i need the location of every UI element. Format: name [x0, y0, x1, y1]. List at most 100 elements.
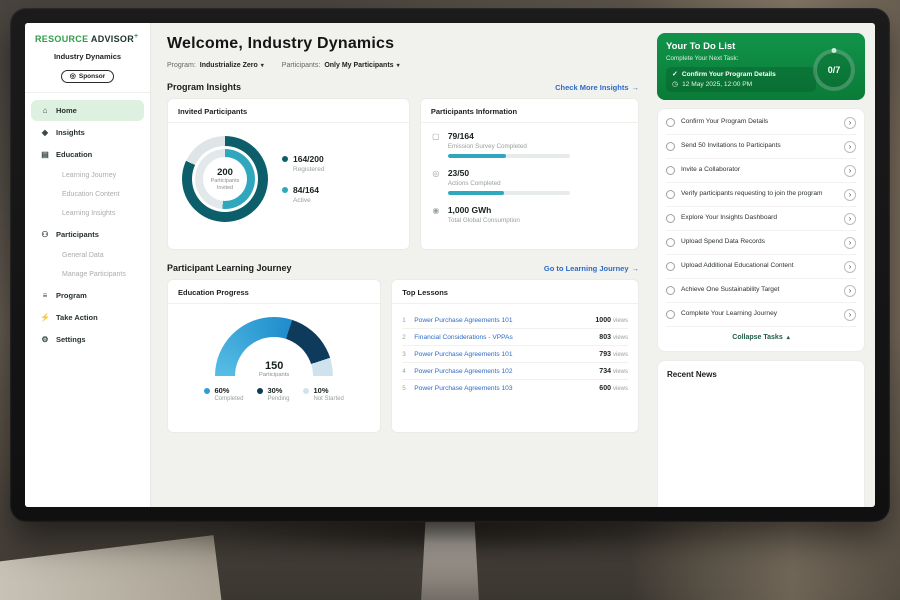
chevron-glyph: ›: [849, 167, 852, 175]
lesson-title-link[interactable]: Power Purchase Agreements 103: [414, 385, 593, 392]
program-filter-dropdown[interactable]: Industrialize Zero ▾: [200, 62, 264, 69]
actions-icon: ◎: [431, 168, 441, 195]
task-row[interactable]: Explore Your Insights Dashboard ›: [666, 207, 856, 231]
participants-filter-dropdown[interactable]: Only My Participants ▾: [324, 62, 399, 69]
info-value: 79/164: [448, 131, 570, 141]
sidebar-item-learning-journey[interactable]: Learning Journey: [31, 166, 144, 185]
link-label: Check More Insights: [555, 83, 628, 92]
info-label: Emission Survey Completed: [448, 143, 570, 150]
invited-donut-chart: 200 Participants Invited: [182, 136, 268, 222]
sidebar-item-take-action[interactable]: ⚡ Take Action: [31, 307, 144, 328]
collapse-label: Collapse Tasks: [732, 334, 782, 341]
sidebar-item-learning-insights[interactable]: Learning Insights: [31, 204, 144, 223]
collapse-tasks-button[interactable]: Collapse Tasks ▴: [666, 327, 856, 349]
sponsor-badge: ◎ Sponsor: [61, 70, 114, 83]
task-checkbox[interactable]: [666, 310, 675, 319]
task-row[interactable]: Send 50 Invitations to Participants ›: [666, 135, 856, 159]
todo-summary-card: Your To Do List Complete Your Next Task:…: [657, 33, 865, 100]
todo-progress-value: 0/7: [828, 65, 841, 75]
sidebar-item-home[interactable]: ⌂ Home: [31, 100, 144, 121]
go-to-learning-journey-link[interactable]: Go to Learning Journey →: [544, 264, 639, 273]
chevron-glyph: ›: [849, 287, 852, 295]
take-action-icon: ⚡: [40, 314, 50, 322]
program-filter-label: Program:: [167, 62, 196, 69]
chevron-right-icon[interactable]: ›: [844, 309, 856, 321]
chevron-right-icon[interactable]: ›: [844, 285, 856, 297]
monitor-bezel: RESOURCE ADVISOR+ Industry Dynamics ◎ Sp…: [10, 8, 890, 522]
chevron-right-icon[interactable]: ›: [844, 237, 856, 249]
legend-item-active: 84/164 Active: [282, 185, 324, 204]
sidebar-item-program[interactable]: ≡ Program: [31, 285, 144, 306]
lesson-title-link[interactable]: Financial Considerations - VPPAs: [414, 334, 593, 341]
sidebar-item-education-content[interactable]: Education Content: [31, 185, 144, 204]
participants-filter-label: Participants:: [282, 62, 321, 69]
task-row[interactable]: Upload Spend Data Records ›: [666, 231, 856, 255]
learning-journey-title: Participant Learning Journey: [167, 263, 292, 273]
task-row[interactable]: Verify participants requesting to join t…: [666, 183, 856, 207]
lesson-row[interactable]: 4 Power Purchase Agreements 102 734views: [402, 363, 628, 380]
sidebar-item-settings[interactable]: ⚙ Settings: [31, 329, 144, 350]
next-task-box[interactable]: ✓ Confirm Your Program Details ◷ 12 May …: [666, 67, 816, 92]
sidebar-item-participants[interactable]: ⚇ Participants: [31, 224, 144, 245]
home-icon: ⌂: [40, 107, 50, 115]
task-checkbox[interactable]: [666, 238, 675, 247]
main-content: Welcome, Industry Dynamics Program: Indu…: [151, 23, 651, 507]
location-pin-icon: ◉: [431, 205, 441, 228]
participants-filter-value: Only My Participants: [324, 62, 393, 69]
survey-icon: ▢: [431, 131, 441, 158]
task-checkbox[interactable]: [666, 262, 675, 271]
task-checkbox[interactable]: [666, 118, 675, 127]
views-label: views: [613, 318, 628, 324]
org-name: Industry Dynamics: [31, 52, 144, 61]
task-checkbox[interactable]: [666, 214, 675, 223]
chevron-glyph: ›: [849, 215, 852, 223]
task-row[interactable]: Complete Your Learning Journey ›: [666, 303, 856, 327]
lesson-title-link[interactable]: Power Purchase Agreements 101: [414, 317, 589, 324]
sidebar-item-label: Learning Journey: [62, 172, 116, 179]
sidebar-item-manage-participants[interactable]: Manage Participants: [31, 265, 144, 284]
task-row[interactable]: Achieve One Sustainability Target ›: [666, 279, 856, 303]
lesson-row[interactable]: 2 Financial Considerations - VPPAs 803vi…: [402, 329, 628, 346]
chevron-right-icon[interactable]: ›: [844, 189, 856, 201]
filters-row: Program: Industrialize Zero ▾ Participan…: [167, 62, 639, 69]
program-insights-header: Program Insights Check More Insights →: [167, 82, 639, 92]
sidebar-item-label: Education Content: [62, 191, 120, 198]
sidebar-item-education[interactable]: ▤ Education: [31, 144, 144, 165]
task-checkbox[interactable]: [666, 190, 675, 199]
lesson-title-link[interactable]: Power Purchase Agreements 102: [414, 368, 593, 375]
lesson-row[interactable]: 3 Power Purchase Agreements 101 793views: [402, 346, 628, 363]
sponsor-badge-label: Sponsor: [79, 73, 105, 80]
legend-label: Registered: [293, 166, 324, 173]
sidebar-item-general-data[interactable]: General Data: [31, 246, 144, 265]
clock-icon: ◷: [672, 81, 678, 88]
task-row[interactable]: Confirm Your Program Details ›: [666, 111, 856, 135]
sidebar-item-label: Program: [56, 291, 87, 300]
gauge-center-value: 150: [215, 360, 333, 372]
chevron-right-icon[interactable]: ›: [844, 213, 856, 225]
sidebar-nav: ⌂ Home ◆ Insights ▤ Education Learning J…: [25, 93, 150, 357]
sidebar-item-label: Education: [56, 150, 92, 159]
chevron-right-icon[interactable]: ›: [844, 117, 856, 129]
task-checkbox[interactable]: [666, 166, 675, 175]
chevron-right-icon[interactable]: ›: [844, 141, 856, 153]
chevron-right-icon[interactable]: ›: [844, 261, 856, 273]
logo-advisor: ADVISOR: [91, 34, 134, 44]
lesson-title-link[interactable]: Power Purchase Agreements 101: [414, 351, 593, 358]
info-row-actions: ◎ 23/50 Actions Completed: [431, 168, 628, 195]
chevron-right-icon[interactable]: ›: [844, 165, 856, 177]
task-checkbox[interactable]: [666, 142, 675, 151]
check-more-insights-link[interactable]: Check More Insights →: [555, 83, 639, 92]
task-row[interactable]: Upload Additional Educational Content ›: [666, 255, 856, 279]
sidebar-item-label: Home: [56, 106, 77, 115]
monitor-stand: [421, 518, 479, 600]
task-row[interactable]: Invite a Collaborator ›: [666, 159, 856, 183]
sidebar-item-insights[interactable]: ◆ Insights: [31, 122, 144, 143]
lesson-row[interactable]: 5 Power Purchase Agreements 103 600views: [402, 380, 628, 396]
sidebar-item-label: Take Action: [56, 313, 98, 322]
task-checkbox[interactable]: [666, 286, 675, 295]
task-label: Invite a Collaborator: [681, 166, 838, 175]
active-dot-icon: [282, 187, 288, 193]
lesson-row[interactable]: 1 Power Purchase Agreements 101 1000view…: [402, 312, 628, 329]
arrow-right-icon: →: [632, 264, 640, 273]
gauge-legend: 60% Completed 30% Pending: [204, 386, 343, 402]
